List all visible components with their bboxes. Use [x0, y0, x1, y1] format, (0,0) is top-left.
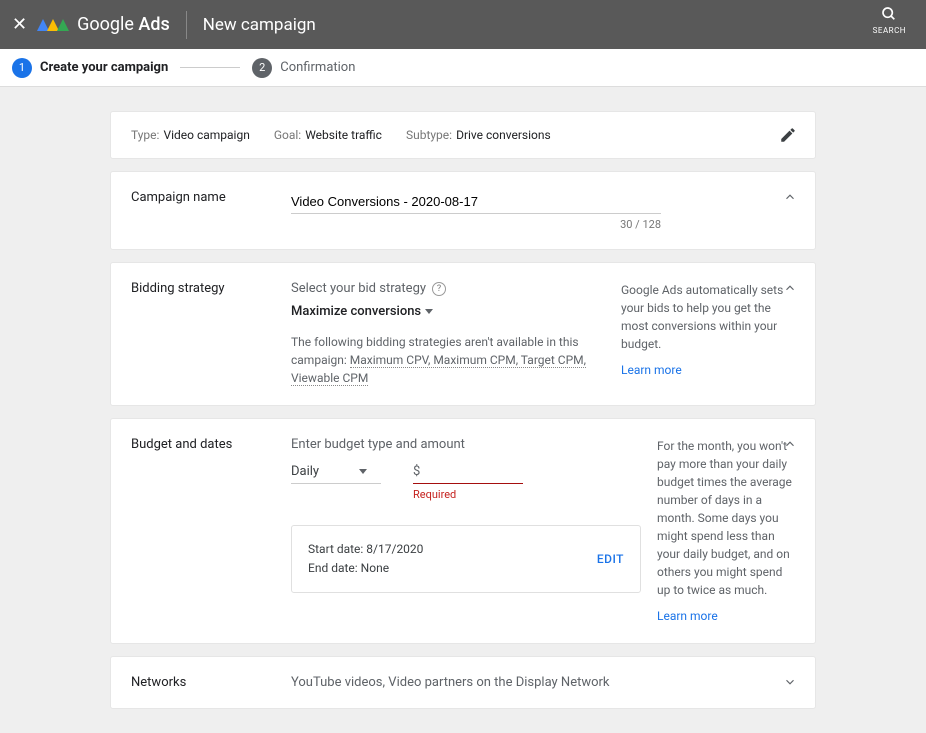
bidding-section: Bidding strategy Select your bid strateg… [110, 262, 816, 406]
summary-type: Type: Video campaign [131, 128, 250, 142]
content: Type: Video campaign Goal: Website traff… [0, 87, 926, 733]
step-2-number: 2 [252, 58, 272, 78]
chevron-down-icon [359, 469, 367, 474]
chevron-up-icon[interactable] [783, 190, 797, 208]
budget-label: Budget and dates [131, 437, 291, 625]
page-title: New campaign [203, 15, 316, 35]
date-range-box: Start date: 8/17/2020 End date: None EDI… [291, 525, 641, 593]
edit-dates-button[interactable]: EDIT [597, 552, 624, 566]
budget-section: Budget and dates Enter budget type and a… [110, 418, 816, 644]
chevron-up-icon[interactable] [783, 437, 797, 455]
help-icon[interactable]: ? [432, 282, 446, 296]
budget-info: For the month, you won't pay more than y… [641, 437, 795, 625]
pencil-icon[interactable] [779, 126, 797, 148]
search-button[interactable]: SEARCH [873, 6, 906, 35]
topbar: ✕ Google Ads New campaign SEARCH [0, 0, 926, 49]
brand-text: Google Ads [77, 14, 170, 35]
networks-value: YouTube videos, Video partners on the Di… [291, 675, 610, 690]
step-create-campaign[interactable]: 1 Create your campaign [12, 58, 168, 78]
step-1-label: Create your campaign [40, 60, 168, 75]
bidding-subheading: Select your bid strategy ? [291, 281, 605, 296]
campaign-name-input[interactable] [291, 190, 661, 214]
budget-heading: Enter budget type and amount [291, 437, 641, 452]
chevron-down-icon [425, 309, 433, 314]
step-2-label: Confirmation [280, 60, 355, 75]
budget-type-select[interactable]: Daily [291, 460, 381, 484]
networks-section[interactable]: Networks YouTube videos, Video partners … [110, 656, 816, 709]
search-label: SEARCH [873, 26, 906, 35]
bidding-learn-more-link[interactable]: Learn more [621, 361, 682, 379]
budget-amount-input[interactable]: $ [413, 460, 523, 484]
summary-subtype: Subtype: Drive conversions [406, 128, 551, 142]
step-connector [180, 67, 240, 68]
summary-card: Type: Video campaign Goal: Website traff… [110, 111, 816, 159]
end-date-text: End date: None [308, 559, 423, 578]
summary-goal: Goal: Website traffic [274, 128, 382, 142]
logo [37, 19, 69, 31]
bidding-note: The following bidding strategies aren't … [291, 333, 605, 387]
step-1-number: 1 [12, 58, 32, 78]
chevron-down-icon[interactable] [783, 675, 797, 693]
campaign-name-section: Campaign name 30 / 128 [110, 171, 816, 250]
stepper: 1 Create your campaign 2 Confirmation [0, 49, 926, 87]
bid-strategy-dropdown[interactable]: Maximize conversions [291, 304, 433, 319]
bidding-label: Bidding strategy [131, 281, 291, 387]
chevron-up-icon[interactable] [783, 281, 797, 299]
required-label: Required [413, 488, 523, 501]
divider [186, 11, 187, 39]
step-confirmation[interactable]: 2 Confirmation [252, 58, 355, 78]
budget-learn-more-link[interactable]: Learn more [657, 607, 718, 625]
close-icon[interactable]: ✕ [12, 14, 27, 35]
campaign-name-label: Campaign name [131, 190, 291, 231]
search-icon [873, 6, 906, 26]
bidding-info: Google Ads automatically sets your bids … [605, 281, 795, 387]
networks-label: Networks [131, 675, 291, 690]
campaign-name-counter: 30 / 128 [291, 218, 661, 231]
start-date-text: Start date: 8/17/2020 [308, 540, 423, 559]
